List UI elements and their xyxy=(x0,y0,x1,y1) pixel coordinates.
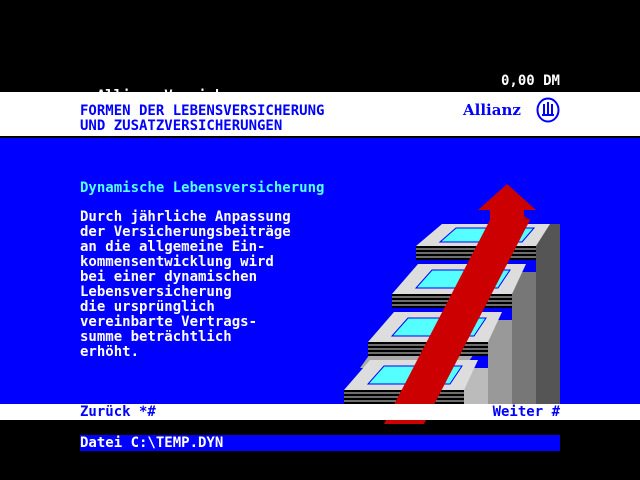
description-line: Lebensversicherung xyxy=(80,284,232,300)
description-line: kommensentwicklung wird xyxy=(80,254,274,270)
description-line: die ursprünglich xyxy=(80,299,215,315)
section-heading: Dynamische Lebensversicherung xyxy=(80,180,325,196)
allianz-logo-text: Allianz xyxy=(463,101,521,119)
description-line: vereinbarte Vertrags- xyxy=(80,314,258,330)
description-text: Durch jährliche Anpassung der Versicheru… xyxy=(80,210,291,360)
growth-arrow-icon xyxy=(478,184,536,210)
page-title-line-1: FORMEN DER LEBENSVERSICHERUNG xyxy=(80,103,325,119)
file-status-bar: Datei C:\TEMP.DYN xyxy=(80,435,560,451)
page-title: FORMEN DER LEBENSVERSICHERUNG UND ZUSATZ… xyxy=(80,104,324,134)
stack-wall-dark xyxy=(536,224,560,404)
back-button[interactable]: Zurück *# xyxy=(80,404,156,420)
top-status-bar: Allianz Versicherungen 0,00 DM xyxy=(80,73,560,104)
balance-amount: 0,00 DM xyxy=(500,73,560,89)
description-line: Durch jährliche Anpassung xyxy=(80,209,291,225)
money-stack-illustration xyxy=(344,184,560,424)
file-path-label: Datei C:\TEMP.DYN xyxy=(80,435,224,451)
description-line: erhöht. xyxy=(80,344,140,360)
description-line: an die allgemeine Ein- xyxy=(80,239,266,255)
stack-wall-mid xyxy=(512,272,536,404)
description-line: summe beträchtlich xyxy=(80,329,232,345)
allianz-eagle-icon xyxy=(536,97,560,123)
page-title-line-2: UND ZUSATZVERSICHERUNGEN xyxy=(80,118,283,134)
description-line: bei einer dynamischen xyxy=(80,269,258,285)
next-button[interactable]: Weiter # xyxy=(493,404,560,420)
description-line: der Versicherungsbeiträge xyxy=(80,224,291,240)
